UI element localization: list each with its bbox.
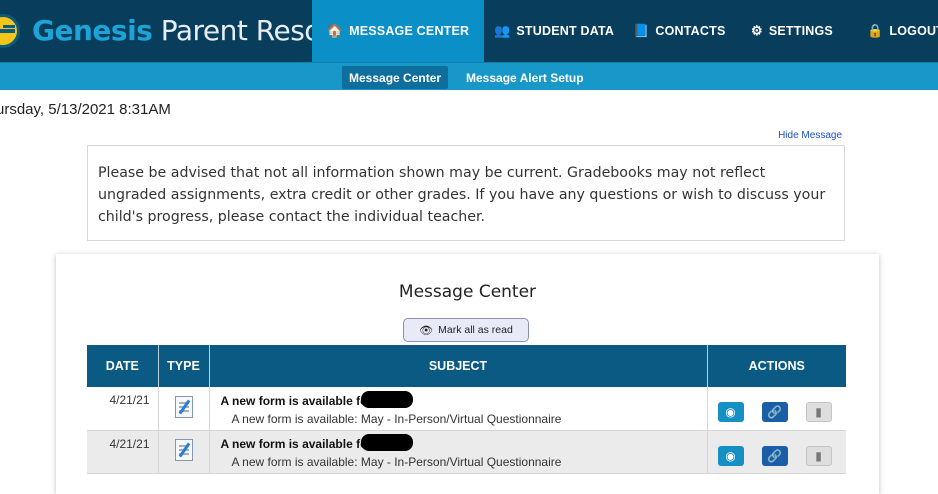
row-actions: ◉ 🔗 ▮ — [708, 438, 847, 466]
row-subject[interactable]: A new form is available fo A new form is… — [209, 430, 708, 474]
message-center-panel: Message Center 👁 Mark all as read DATE T… — [56, 254, 879, 494]
nav-label: CONTACTS — [655, 24, 726, 38]
trash-icon: ▮ — [815, 448, 822, 463]
eye-icon: ◉ — [725, 448, 736, 463]
row-date: 4/21/21 — [87, 430, 159, 474]
people-icon: 👥 — [494, 23, 511, 38]
lock-icon: 🔒 — [867, 23, 884, 38]
redacted-name — [361, 390, 414, 408]
view-button[interactable]: ◉ — [717, 402, 744, 423]
genesis-logo-icon[interactable] — [0, 14, 20, 48]
nav-student-data[interactable]: 👥 STUDENT DATA — [494, 0, 624, 62]
nav-settings[interactable]: ⚙ SETTINGS — [751, 0, 861, 62]
row-date: 4/21/21 — [87, 387, 159, 431]
subject-title: A new form is available fo — [220, 393, 368, 408]
link-button[interactable]: 🔗 — [761, 402, 788, 423]
column-header-date[interactable]: DATE — [87, 345, 159, 387]
link-button[interactable]: 🔗 — [761, 445, 788, 466]
eye-icon: 👁 — [419, 324, 434, 337]
table-row[interactable]: 4/21/21 A new form is available fo A new… — [87, 387, 847, 431]
panel-title: Message Center — [398, 282, 537, 302]
delete-button[interactable]: ▮ — [805, 402, 832, 423]
home-icon: 🏠 — [326, 23, 344, 38]
subject-description: A new form is available: May - In-Person… — [231, 411, 562, 426]
row-subject[interactable]: A new form is available fo A new form is… — [209, 387, 708, 431]
hide-message-link[interactable]: Hide Message — [778, 130, 842, 141]
delete-button[interactable]: ▮ — [805, 445, 832, 466]
trash-icon: ▮ — [815, 405, 822, 420]
subject-title: A new form is available fo — [220, 437, 368, 451]
view-button[interactable]: ◉ — [717, 445, 744, 466]
nav-logout[interactable]: 🔒 LOGOUT — [867, 0, 938, 62]
nav-contacts[interactable]: 📘 CONTACTS — [633, 0, 739, 62]
nav-label: STUDENT DATA — [516, 24, 615, 38]
sub-navigation-bar: Message Center Message Alert Setup — [0, 62, 938, 90]
link-icon: 🔗 — [767, 405, 782, 420]
nav-label: MESSAGE CENTER — [349, 24, 470, 38]
nav-label: LOGOUT — [889, 24, 938, 38]
gear-icon: ⚙ — [751, 23, 763, 38]
table-row[interactable]: 4/21/21 A new form is available fo A new… — [87, 430, 847, 474]
subtab-message-alert-setup[interactable]: Message Alert Setup — [459, 66, 591, 89]
nav-label: SETTINGS — [768, 24, 833, 38]
document-icon — [174, 395, 193, 418]
link-icon: 🔗 — [767, 448, 782, 463]
notice-box: Please be advised that not all informati… — [87, 145, 845, 241]
table-header-row: DATE TYPE SUBJECT ACTIONS — [87, 345, 846, 387]
column-header-type[interactable]: TYPE — [158, 345, 210, 387]
subject-description: A new form is available: May - In-Person… — [231, 455, 562, 469]
document-icon — [174, 439, 193, 461]
mark-all-read-label: Mark all as read — [438, 324, 513, 336]
book-icon: 📘 — [633, 23, 650, 38]
eye-icon: ◉ — [725, 405, 736, 420]
column-header-subject[interactable]: SUBJECT — [209, 345, 708, 387]
column-header-actions: ACTIONS — [707, 345, 846, 387]
subtab-message-center[interactable]: Message Center — [342, 66, 449, 89]
current-datetime: ursday, 5/13/2021 8:31AM — [0, 101, 171, 118]
notice-text: Please be advised that not all informati… — [98, 165, 826, 225]
row-actions: ◉ 🔗 ▮ — [708, 394, 847, 423]
nav-message-center[interactable]: 🏠 MESSAGE CENTER — [312, 0, 484, 62]
redacted-name — [361, 434, 414, 451]
mark-all-read-button[interactable]: 👁 Mark all as read — [403, 318, 529, 342]
messages-table: DATE TYPE SUBJECT ACTIONS 4/21/21 A new … — [87, 345, 846, 474]
top-navigation-bar: Genesis Parent Resources 🏠 MESSAGE CENTE… — [0, 0, 938, 62]
